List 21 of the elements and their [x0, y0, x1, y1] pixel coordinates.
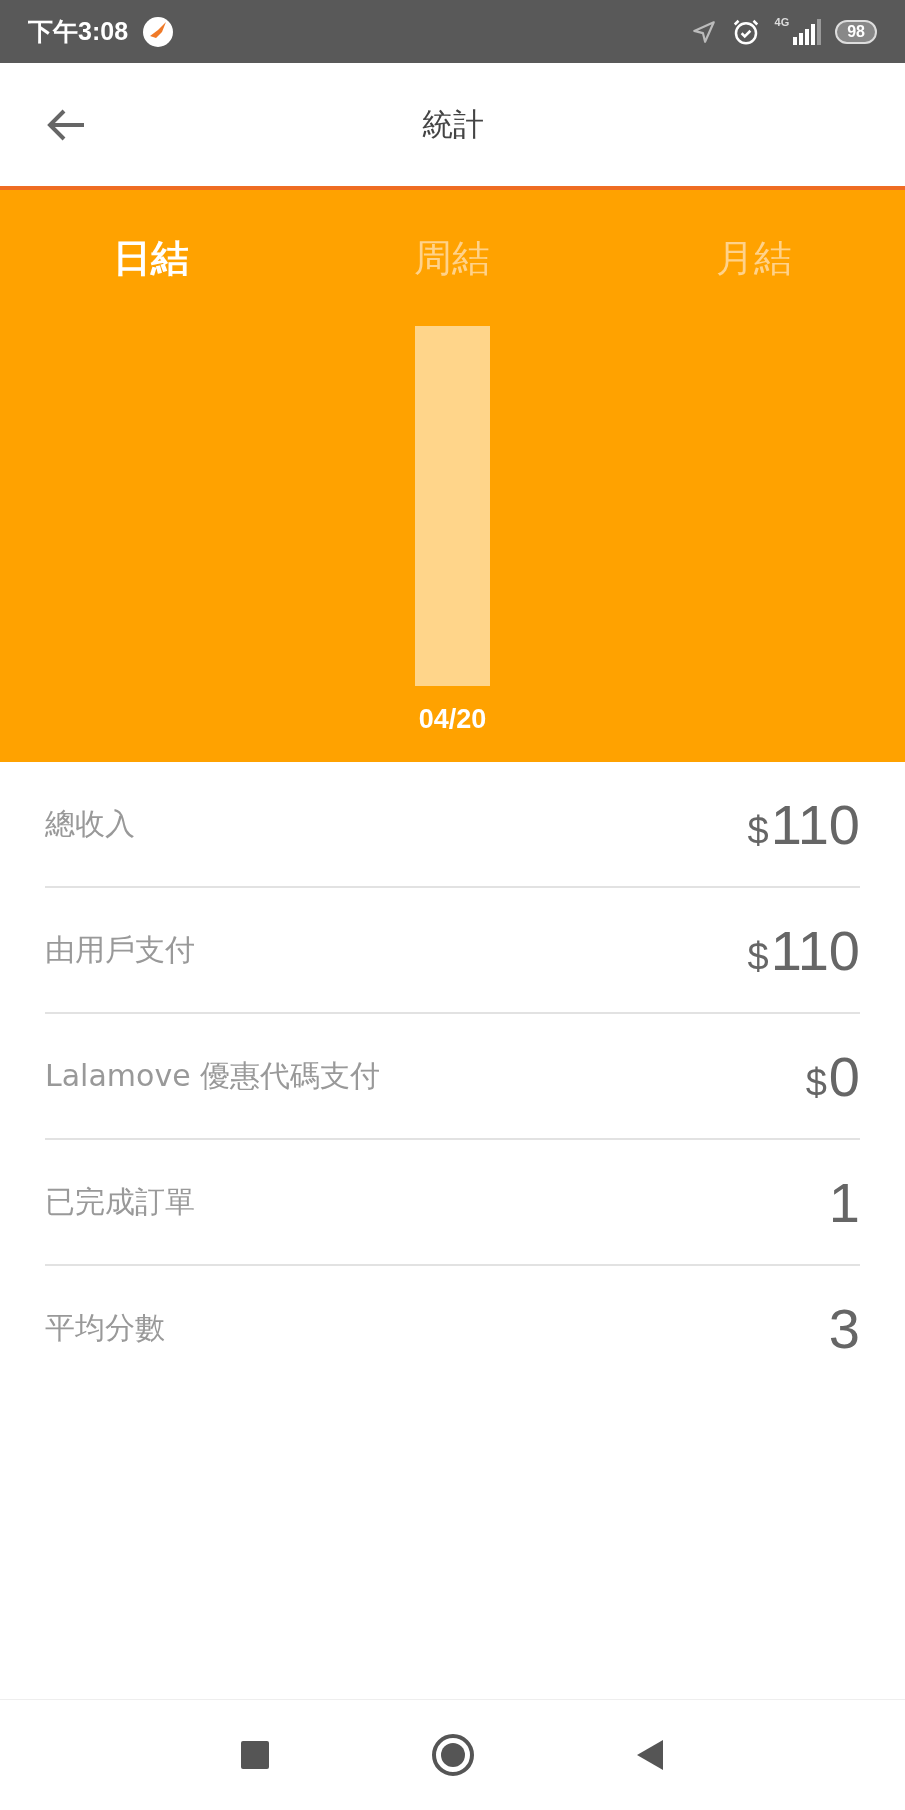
bar-date-label: 04/20	[418, 704, 487, 735]
location-arrow-icon	[690, 18, 717, 45]
signal-icon	[791, 18, 822, 45]
stat-label: 平均分數	[45, 1308, 165, 1347]
stat-value: 3	[828, 1295, 860, 1361]
stat-label: 由用戶支付	[45, 930, 195, 969]
period-tab[interactable]: 日結	[0, 230, 302, 286]
stat-value: $110	[747, 791, 860, 857]
bird-app-icon	[142, 15, 175, 48]
battery-level: 98	[835, 19, 877, 44]
stat-label: 總收入	[45, 804, 135, 843]
period-tab[interactable]: 周結	[301, 230, 604, 286]
network-type-label: 4G	[774, 16, 790, 28]
stat-label: 已完成訂單	[45, 1182, 195, 1221]
stat-label: Lalamove 優惠代碼支付	[45, 1056, 381, 1095]
period-tab[interactable]: 月結	[603, 230, 905, 286]
stat-value: 1	[828, 1169, 860, 1235]
stat-value: $0	[805, 1043, 860, 1109]
page-title: 統計	[421, 104, 484, 144]
stat-value: $110	[747, 917, 860, 983]
status-time: 下午3:08	[28, 16, 129, 47]
